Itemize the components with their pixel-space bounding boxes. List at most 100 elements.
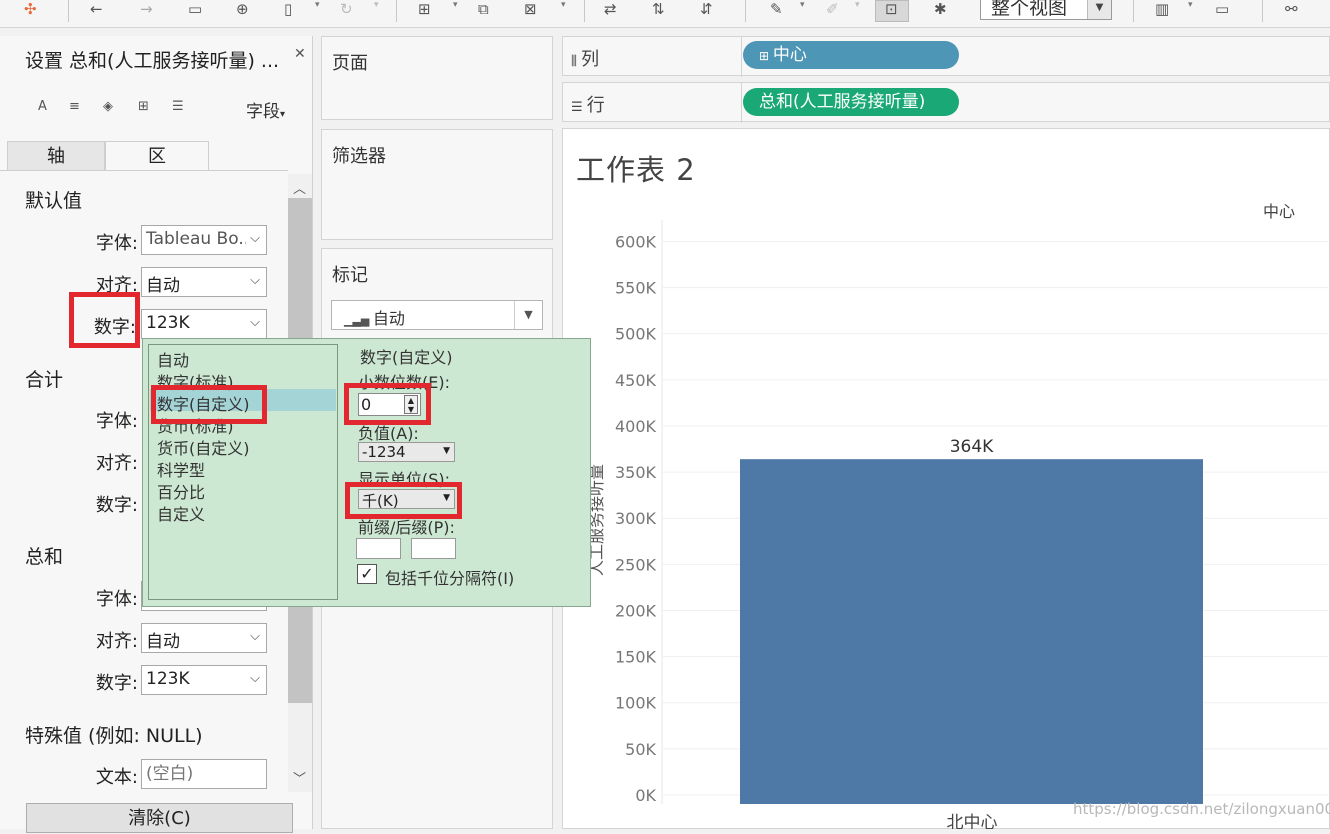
redo-icon[interactable]: → — [140, 2, 153, 17]
rows-icon: ☰ — [571, 100, 587, 115]
y-tick-label: 600K — [615, 232, 657, 251]
toolbar-separator — [1262, 0, 1263, 22]
pages-card[interactable]: 页面 — [321, 36, 553, 120]
save-icon[interactable]: ▭ — [188, 2, 202, 17]
fields-dropdown[interactable]: 字段▾ — [246, 97, 285, 122]
clear-sheet-icon[interactable]: ⊠ — [524, 2, 537, 17]
negative-values-select[interactable]: -1234 ▼ — [358, 442, 455, 462]
chevron-down-icon[interactable]: ▾ — [374, 0, 379, 10]
defaults-number-value: 123K — [146, 313, 190, 333]
totals-align-label: 对齐: — [95, 453, 138, 474]
new-dashboard-icon[interactable]: ⊞ — [418, 2, 431, 17]
worksheet-title: 工作表 2 — [576, 153, 696, 187]
y-tick-label: 450K — [615, 371, 657, 390]
grand-total-align-label: 对齐: — [95, 631, 138, 652]
swap-rows-columns-icon[interactable]: ⇄ — [604, 2, 617, 17]
chevron-down-icon[interactable]: ▾ — [1188, 0, 1193, 10]
highlight-box-custom-number — [151, 385, 267, 424]
columns-label: 列 — [581, 49, 600, 70]
defaults-align-select[interactable]: 自动 ⌵ — [141, 267, 267, 297]
new-worksheet-icon[interactable]: ▯ — [284, 2, 292, 17]
alignment-format-icon[interactable]: ≡ — [69, 99, 80, 114]
chevron-down-icon[interactable]: ▾ — [453, 0, 458, 10]
columns-pill-center[interactable]: ⊞ 中心 — [743, 41, 959, 69]
close-icon[interactable]: ✕ — [294, 46, 306, 62]
format-option-scientific[interactable]: 科学型 — [157, 457, 205, 481]
chevron-down-icon[interactable]: ▾ — [561, 0, 566, 10]
font-format-icon[interactable]: A — [38, 99, 47, 114]
chevron-down-icon: ⌵ — [250, 671, 260, 686]
rows-pill-sum[interactable]: 总和(人工服务接听量) — [743, 88, 959, 116]
y-tick-label: 0K — [635, 786, 656, 805]
special-values-header: 特殊值 (例如: NULL) — [25, 725, 203, 747]
thousands-separator-label[interactable]: 包括千位分隔符(I) — [385, 565, 514, 589]
grand-total-header: 总和 — [25, 546, 64, 568]
scroll-up-icon[interactable]: ︿ — [293, 178, 306, 197]
chevron-down-icon[interactable]: ▼ — [514, 301, 542, 329]
y-tick-label: 250K — [615, 555, 657, 574]
filters-card[interactable]: 筛选器 — [321, 129, 553, 240]
chevron-down-icon[interactable]: ▾ — [315, 0, 320, 10]
defaults-number-select[interactable]: 123K ⌵ — [141, 309, 267, 339]
bar — [740, 459, 1203, 804]
y-tick-label: 100K — [615, 694, 657, 713]
view-mode-value: 整个视图 — [991, 0, 1068, 19]
chevron-down-icon[interactable]: ▼ — [1087, 0, 1111, 19]
grand-total-number-select[interactable]: 123K ⌵ — [141, 665, 267, 695]
duplicate-sheet-icon[interactable]: ⧉ — [478, 2, 489, 17]
lines-format-icon[interactable]: ☰ — [172, 99, 184, 114]
grand-total-align-select[interactable]: 自动 ⌵ — [141, 623, 267, 653]
y-tick-label: 500K — [615, 325, 657, 344]
tab-axis[interactable]: 轴 — [7, 141, 105, 171]
column-header-center: 中心 — [1263, 202, 1296, 221]
sort-ascending-icon[interactable]: ⇅ — [652, 2, 665, 17]
chevron-down-icon[interactable]: ▾ — [855, 0, 860, 10]
toolbar-separator — [396, 0, 397, 22]
shading-format-icon[interactable]: ◈ — [103, 99, 113, 114]
toolbar-separator — [68, 0, 69, 22]
rows-pill-label: 总和(人工服务接听量) — [759, 92, 926, 112]
totals-header: 合计 — [25, 369, 64, 391]
format-option-percentage[interactable]: 百分比 — [157, 479, 205, 503]
show-me-icon[interactable]: ▥ — [1155, 2, 1169, 17]
chevron-down-icon: ▼ — [443, 446, 450, 456]
thousands-separator-checkbox[interactable]: ✓ — [357, 564, 377, 584]
share-icon[interactable]: ⚯ — [1285, 2, 1298, 17]
pages-card-title: 页面 — [332, 53, 368, 74]
rows-shelf-label: ☰ 行 — [571, 91, 605, 117]
undo-icon[interactable]: ← — [90, 2, 103, 17]
shelf-divider — [741, 37, 742, 77]
totals-number-label: 数字: — [95, 495, 138, 516]
annotate-icon[interactable]: ✐ — [826, 2, 839, 17]
highlight-box-display-units — [345, 482, 462, 519]
tableau-logo-icon[interactable]: ✣ — [24, 2, 37, 17]
format-option-currency-custom[interactable]: 货币(自定义) — [157, 435, 250, 459]
refresh-icon[interactable]: ↻ — [340, 2, 353, 17]
fix-axes-button[interactable]: ⊡ — [875, 0, 909, 22]
presentation-mode-icon[interactable]: ▭ — [1215, 2, 1229, 17]
tab-area[interactable]: 区 — [105, 141, 209, 171]
format-option-custom[interactable]: 自定义 — [157, 501, 205, 525]
highlight-icon[interactable]: ✎ — [770, 2, 783, 17]
defaults-font-select[interactable]: Tableau Bo.. ⌵ — [141, 225, 267, 255]
format-option-auto[interactable]: 自动 — [157, 347, 189, 371]
highlight-box-number-label — [69, 292, 140, 348]
suffix-input[interactable] — [411, 538, 456, 559]
marks-type-select[interactable]: ▁▃▅ 自动 ▼ — [331, 300, 543, 330]
totals-font-label: 字体: — [95, 411, 138, 432]
scroll-down-icon[interactable]: ﹀ — [293, 768, 306, 787]
toolbar-separator — [1133, 0, 1134, 22]
prefix-input[interactable] — [356, 538, 401, 559]
pin-icon[interactable]: ✱ — [934, 2, 947, 17]
chevron-down-icon[interactable]: ▾ — [800, 0, 805, 10]
rows-label: 行 — [586, 95, 605, 116]
view-mode-select[interactable]: 整个视图 ▼ — [980, 0, 1112, 20]
toolbar-separator — [584, 0, 585, 22]
sort-descending-icon[interactable]: ⇵ — [700, 2, 713, 17]
marks-card-title: 标记 — [332, 265, 368, 286]
new-datasource-icon[interactable]: ⊕ — [236, 2, 249, 17]
grand-total-align-value: 自动 — [146, 632, 180, 652]
tab-area-label: 区 — [148, 146, 166, 167]
special-text-input[interactable] — [141, 759, 267, 789]
borders-format-icon[interactable]: ⊞ — [138, 99, 149, 114]
